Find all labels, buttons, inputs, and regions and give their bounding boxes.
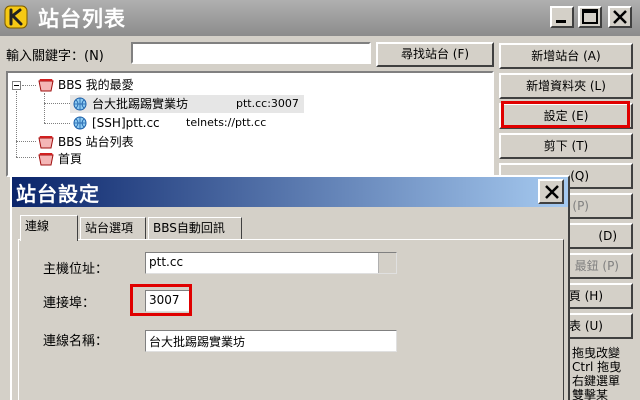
connection-name-value: 台大批踢踢實業坊	[149, 335, 246, 349]
port-highlight-box	[130, 284, 192, 316]
hint-text: 右鍵選單	[572, 374, 621, 388]
tab-connection[interactable]: 連線	[20, 215, 78, 241]
settings-highlight-box	[501, 101, 630, 128]
keyword-input[interactable]	[131, 42, 371, 64]
close-icon	[545, 185, 559, 199]
find-site-button[interactable]: 尋找站台 (F)	[376, 42, 494, 67]
connection-tab-panel: 主機位址： ptt.cc 連接埠： 3007 連線名稱： 台大批踢踢實業坊	[18, 239, 564, 400]
tree-item-label: 首頁	[58, 152, 83, 166]
tree-item-label: BBS 我的最愛	[58, 78, 134, 92]
tree-item-host: telnets://ptt.cc	[186, 116, 267, 129]
connection-name-label: 連線名稱：	[43, 334, 109, 349]
site-globe-icon	[73, 97, 87, 111]
window-title-bar[interactable]: 站台列表	[0, 0, 640, 36]
folder-icon	[38, 136, 54, 149]
tree-collapse-icon[interactable]	[12, 81, 21, 90]
connection-name-input[interactable]: 台大批踢踢實業坊	[145, 330, 397, 352]
host-input[interactable]: ptt.cc	[145, 252, 397, 274]
hint-text: 雙擊某	[572, 388, 609, 400]
port-label: 連接埠：	[43, 296, 96, 311]
dialog-title: 站台設定	[16, 182, 100, 206]
host-label: 主機位址：	[43, 262, 109, 277]
app-logo-icon	[4, 5, 28, 29]
site-globe-icon	[73, 116, 87, 130]
minimize-button[interactable]	[550, 6, 574, 28]
add-site-button[interactable]: 新增站台 (A)	[499, 43, 633, 69]
close-button[interactable]	[608, 6, 632, 28]
tree-item-host: ptt.cc:3007	[236, 97, 299, 110]
folder-icon	[38, 79, 54, 92]
tab-site-options[interactable]: 站台選項	[80, 217, 146, 239]
host-dropdown-button[interactable]	[378, 253, 396, 273]
folder-icon	[38, 153, 54, 166]
keyword-label: 輸入關鍵字：(N)	[6, 49, 104, 64]
tree-item-ssh-ptt[interactable]: [SSH]ptt.cc telnets://ptt.cc	[70, 114, 330, 132]
site-tree[interactable]: BBS 我的最愛 台大批踢踢實業坊 ptt.cc:3007 [SSH]ptt.c…	[6, 71, 494, 177]
minimize-icon	[556, 20, 566, 23]
dialog-title-bar[interactable]: 站台設定	[12, 177, 568, 207]
add-folder-button[interactable]: 新增資料夾 (L)	[499, 73, 633, 99]
tree-item-label: [SSH]ptt.cc	[92, 116, 160, 130]
tree-item-label: 台大批踢踢實業坊	[92, 97, 189, 111]
host-value: ptt.cc	[149, 255, 184, 269]
dialog-close-button[interactable]	[538, 179, 564, 204]
close-icon	[613, 10, 627, 24]
hint-text: 拖曳改變	[572, 346, 621, 360]
tab-bbs-auto-reply[interactable]: BBS自動回訊	[148, 217, 242, 239]
window-title: 站台列表	[38, 7, 126, 31]
cut-button[interactable]: 剪下 (T)	[499, 133, 633, 159]
tree-item-ptt[interactable]: 台大批踢踢實業坊 ptt.cc:3007	[70, 95, 304, 113]
hint-text: Ctrl 拖曳	[572, 360, 622, 374]
tree-item-label: BBS 站台列表	[58, 135, 134, 149]
maximize-icon	[582, 9, 598, 24]
maximize-button[interactable]	[578, 6, 602, 28]
site-settings-dialog[interactable]: 站台設定 連線 站台選項 BBS自動回訊 主機位址： ptt.cc 連接埠： 3…	[10, 175, 570, 400]
